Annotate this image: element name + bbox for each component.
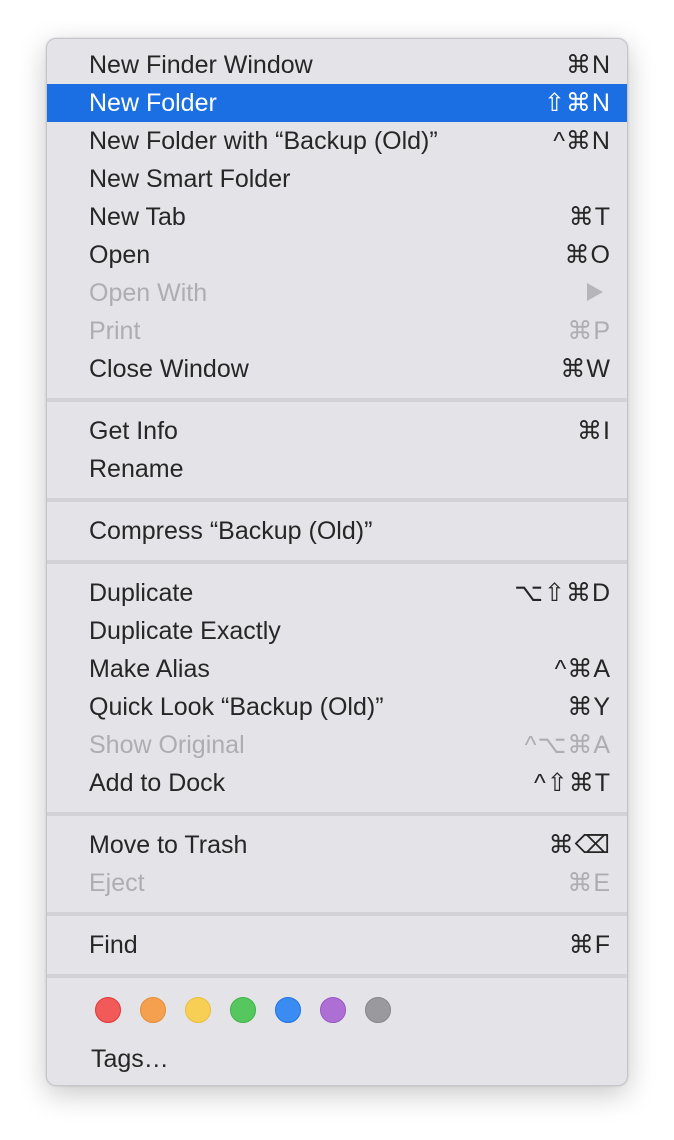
menu-item-label: Eject [89, 868, 145, 897]
menu-item-print: Print ⌘P [47, 312, 627, 350]
tag-purple-dot[interactable] [320, 997, 346, 1023]
menu-item-label: Make Alias [89, 654, 210, 683]
menu-item-new-folder-with-backup-old[interactable]: New Folder with “Backup (Old)” ^⌘N [47, 122, 627, 160]
menu-item-close-window[interactable]: Close Window ⌘W [47, 350, 627, 388]
menu-item-label: Move to Trash [89, 830, 248, 859]
menu-item-new-folder[interactable]: New Folder ⇧⌘N [47, 84, 627, 122]
menu-item-make-alias[interactable]: Make Alias ^⌘A [47, 650, 627, 688]
keyboard-shortcut: ⌘⌫ [548, 831, 611, 859]
keyboard-shortcut: ⇧⌘N [543, 89, 611, 117]
menu-item-rename[interactable]: Rename [47, 450, 627, 488]
menu-item-new-finder-window[interactable]: New Finder Window ⌘N [47, 46, 627, 84]
keyboard-shortcut: ⌘I [577, 417, 611, 445]
submenu-arrow-icon [587, 279, 603, 308]
keyboard-shortcut: ⌘N [565, 51, 611, 79]
keyboard-shortcut: ⌥⇧⌘D [514, 579, 611, 607]
menu-item-label: New Folder [89, 88, 217, 117]
tag-yellow-dot[interactable] [185, 997, 211, 1023]
menu-item-move-to-trash[interactable]: Move to Trash ⌘⌫ [47, 826, 627, 864]
menu-item-add-to-dock[interactable]: Add to Dock ^⇧⌘T [47, 764, 627, 802]
menu-item-duplicate-exactly[interactable]: Duplicate Exactly [47, 612, 627, 650]
menu-item-get-info[interactable]: Get Info ⌘I [47, 412, 627, 450]
menu-item-label: Add to Dock [89, 768, 226, 797]
menu-separator [47, 398, 627, 402]
keyboard-shortcut: ^⌥⌘A [524, 731, 611, 759]
menu-item-label: Show Original [89, 730, 245, 759]
menu-item-compress-backup-old[interactable]: Compress “Backup (Old)” [47, 512, 627, 550]
menu-item-label: Duplicate [89, 578, 194, 607]
menu-separator [47, 974, 627, 978]
menu-item-label: Close Window [89, 354, 249, 383]
menu-item-new-tab[interactable]: New Tab ⌘T [47, 198, 627, 236]
keyboard-shortcut: ⌘O [564, 241, 611, 269]
menu-separator [47, 812, 627, 816]
menu-item-label: Quick Look “Backup (Old)” [89, 692, 384, 721]
menu-item-label: Find [89, 930, 138, 959]
tag-color-row [95, 997, 391, 1023]
menu-item-label: New Folder with “Backup (Old)” [89, 126, 438, 155]
menu-item-label: Open With [89, 278, 208, 307]
menu-item-duplicate[interactable]: Duplicate ⌥⇧⌘D [47, 574, 627, 612]
keyboard-shortcut: ^⌘A [554, 655, 611, 683]
menu-item-label: New Smart Folder [89, 164, 291, 193]
menu-item-label: Compress “Backup (Old)” [89, 516, 373, 545]
menu-item-label: New Tab [89, 202, 186, 231]
menu-separator [47, 912, 627, 916]
menu-separator [47, 498, 627, 502]
menu-item-label: Open [89, 240, 151, 269]
tag-orange-dot[interactable] [140, 997, 166, 1023]
keyboard-shortcut: ⌘E [567, 869, 611, 897]
menu-item-find[interactable]: Find ⌘F [47, 926, 627, 964]
tag-green-dot[interactable] [230, 997, 256, 1023]
menu-item-show-original: Show Original ^⌥⌘A [47, 726, 627, 764]
menu-item-open-with: Open With [47, 274, 627, 312]
menu-item-eject: Eject ⌘E [47, 864, 627, 902]
menu-item-tags[interactable]: Tags… [91, 1045, 169, 1074]
menu-item-open[interactable]: Open ⌘O [47, 236, 627, 274]
keyboard-shortcut: ⌘Y [567, 693, 611, 721]
keyboard-shortcut: ^⇧⌘T [534, 769, 611, 797]
keyboard-shortcut: ⌘W [560, 355, 611, 383]
menu-item-label: Print [89, 316, 141, 345]
menu-item-label: Duplicate Exactly [89, 616, 281, 645]
menu-separator [47, 560, 627, 564]
menu-item-quick-look-backup-old[interactable]: Quick Look “Backup (Old)” ⌘Y [47, 688, 627, 726]
menu-item-new-smart-folder[interactable]: New Smart Folder [47, 160, 627, 198]
tag-gray-dot[interactable] [365, 997, 391, 1023]
menu-item-label: Get Info [89, 416, 178, 445]
tag-red-dot[interactable] [95, 997, 121, 1023]
menu-item-label: Rename [89, 454, 184, 483]
keyboard-shortcut: ⌘F [568, 931, 611, 959]
menu-item-label: New Finder Window [89, 50, 313, 79]
keyboard-shortcut: ⌘T [568, 203, 611, 231]
finder-file-menu: New Finder Window ⌘N New Folder ⇧⌘N New Fold… [46, 38, 628, 1086]
keyboard-shortcut: ^⌘N [553, 127, 611, 155]
keyboard-shortcut: ⌘P [567, 317, 611, 345]
tag-blue-dot[interactable] [275, 997, 301, 1023]
